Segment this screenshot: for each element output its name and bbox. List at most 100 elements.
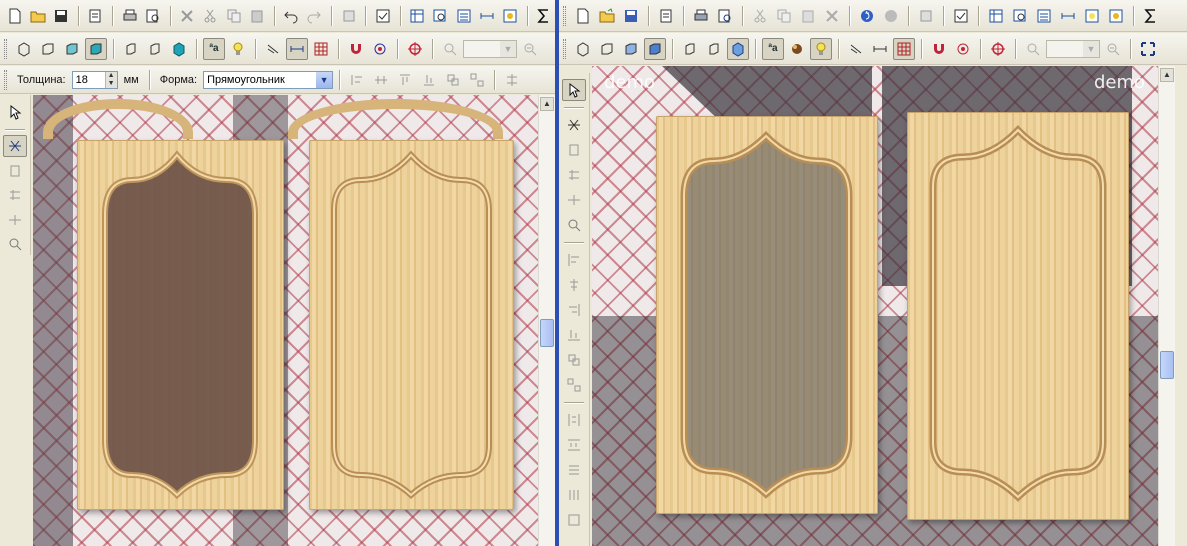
wave-icon[interactable] bbox=[262, 38, 284, 60]
zoom-in-icon[interactable] bbox=[1022, 38, 1044, 60]
new-file-icon[interactable] bbox=[572, 5, 594, 27]
crosshair-icon[interactable] bbox=[404, 38, 426, 60]
new-file-icon[interactable] bbox=[4, 5, 25, 27]
dimension-icon[interactable] bbox=[1057, 5, 1079, 27]
paste-icon[interactable] bbox=[246, 5, 267, 27]
light-bulb-icon[interactable] bbox=[227, 38, 249, 60]
fit-view-icon[interactable] bbox=[1137, 38, 1159, 60]
cost-icon[interactable] bbox=[500, 5, 521, 27]
thickness-value[interactable]: 18 bbox=[76, 74, 88, 86]
align-center-icon[interactable] bbox=[562, 274, 586, 296]
view-front-wire-icon[interactable] bbox=[37, 38, 59, 60]
solid-cabinet-door[interactable] bbox=[907, 112, 1129, 520]
delete-icon[interactable] bbox=[177, 5, 198, 27]
ungroup-icon[interactable] bbox=[466, 69, 488, 91]
right-vertical-scrollbar[interactable]: ▲ bbox=[1158, 66, 1175, 546]
distribute-horizontal-icon[interactable] bbox=[562, 409, 586, 431]
section-tool-icon[interactable] bbox=[562, 114, 586, 136]
section-tool-icon[interactable] bbox=[3, 135, 27, 157]
cut-icon[interactable] bbox=[749, 5, 771, 27]
zoom-select[interactable]: ▼ bbox=[463, 39, 517, 58]
sheet-icon[interactable] bbox=[453, 5, 474, 27]
view-right-icon[interactable] bbox=[703, 38, 725, 60]
grid-icon[interactable] bbox=[310, 38, 332, 60]
print-preview-icon[interactable] bbox=[714, 5, 736, 27]
print-preview-icon[interactable] bbox=[142, 5, 163, 27]
view-solid-icon[interactable] bbox=[620, 38, 642, 60]
settings-icon[interactable] bbox=[338, 5, 359, 27]
toolbar-grip[interactable] bbox=[563, 5, 566, 26]
save-icon[interactable] bbox=[620, 5, 642, 27]
undo-icon[interactable] bbox=[281, 5, 302, 27]
properties-icon[interactable] bbox=[85, 5, 106, 27]
align-bottom-icon[interactable] bbox=[562, 324, 586, 346]
redo-icon[interactable] bbox=[880, 5, 902, 27]
scroll-thumb[interactable] bbox=[1160, 351, 1174, 379]
same-size-icon[interactable] bbox=[562, 509, 586, 531]
table-icon[interactable] bbox=[407, 5, 428, 27]
spinner-arrows-icon[interactable]: ▲ ▼ bbox=[104, 71, 117, 88]
material-icon[interactable] bbox=[786, 38, 808, 60]
same-width-icon[interactable] bbox=[562, 459, 586, 481]
cost-icon[interactable] bbox=[1105, 5, 1127, 27]
print-icon[interactable] bbox=[119, 5, 140, 27]
split-tool-icon[interactable] bbox=[3, 209, 27, 231]
zoom-in-icon[interactable] bbox=[439, 38, 461, 60]
measure-icon[interactable] bbox=[869, 38, 891, 60]
sheet-icon[interactable] bbox=[1033, 5, 1055, 27]
settings-icon[interactable] bbox=[915, 5, 937, 27]
align-top-icon[interactable] bbox=[394, 69, 416, 91]
view-textured-icon[interactable] bbox=[85, 37, 107, 60]
dimension-icon[interactable] bbox=[476, 5, 497, 27]
delete-icon[interactable] bbox=[821, 5, 843, 27]
redo-icon[interactable] bbox=[304, 5, 325, 27]
zoom-out-icon[interactable] bbox=[1102, 38, 1124, 60]
copy-icon[interactable] bbox=[773, 5, 795, 27]
view-iso-wire-icon[interactable] bbox=[572, 38, 594, 60]
zoom-tool-icon[interactable] bbox=[3, 233, 27, 255]
view-cube-icon[interactable] bbox=[168, 38, 190, 60]
left-vertical-scrollbar[interactable]: ▲ bbox=[538, 95, 555, 546]
scroll-thumb[interactable] bbox=[540, 319, 554, 347]
view-left-icon[interactable] bbox=[120, 38, 142, 60]
align-right-icon[interactable] bbox=[562, 299, 586, 321]
shape-select[interactable]: Прямоугольник ▼ bbox=[203, 70, 334, 89]
magnet-icon[interactable] bbox=[928, 38, 950, 60]
sum-icon[interactable] bbox=[534, 5, 555, 27]
snap-target-icon[interactable] bbox=[952, 38, 974, 60]
undo-icon[interactable] bbox=[856, 5, 878, 27]
open-folder-icon[interactable] bbox=[27, 5, 48, 27]
view-front-wire-icon[interactable] bbox=[596, 38, 618, 60]
light-bulb-icon[interactable] bbox=[810, 37, 832, 60]
align-left-icon[interactable] bbox=[562, 249, 586, 271]
save-icon[interactable] bbox=[51, 5, 72, 27]
paste-icon[interactable] bbox=[797, 5, 819, 27]
view-iso-wire-icon[interactable] bbox=[13, 38, 35, 60]
group-icon[interactable] bbox=[442, 69, 464, 91]
align-bottom-icon[interactable] bbox=[418, 69, 440, 91]
copy-icon[interactable] bbox=[223, 5, 244, 27]
select-pointer-icon[interactable] bbox=[562, 79, 586, 101]
same-height-icon[interactable] bbox=[562, 484, 586, 506]
zoom-select[interactable]: ▼ bbox=[1046, 39, 1100, 58]
align-icon[interactable] bbox=[346, 69, 368, 91]
zoom-report-icon[interactable] bbox=[430, 5, 451, 27]
panel-tool-icon[interactable] bbox=[562, 139, 586, 161]
right-3d-viewport[interactable]: demo demo bbox=[592, 66, 1158, 546]
toolbar-grip[interactable] bbox=[4, 38, 7, 59]
mirror-icon[interactable] bbox=[501, 69, 523, 91]
font-toggle-button[interactable]: ªa bbox=[762, 37, 784, 60]
crosshair-icon[interactable] bbox=[987, 38, 1009, 60]
open-folder-icon[interactable] bbox=[596, 5, 618, 27]
distribute-icon[interactable] bbox=[370, 69, 392, 91]
grid-icon[interactable] bbox=[893, 37, 915, 60]
move-tool-icon[interactable] bbox=[3, 184, 27, 206]
split-tool-icon[interactable] bbox=[562, 189, 586, 211]
move-tool-icon[interactable] bbox=[562, 164, 586, 186]
view-cube-icon[interactable] bbox=[727, 37, 749, 60]
distribute-vertical-icon[interactable] bbox=[562, 434, 586, 456]
properties-icon[interactable] bbox=[655, 5, 677, 27]
sum-icon[interactable] bbox=[1140, 5, 1162, 27]
scroll-up-arrow-icon[interactable]: ▲ bbox=[540, 97, 554, 111]
font-toggle-button[interactable]: ªa bbox=[203, 37, 225, 60]
